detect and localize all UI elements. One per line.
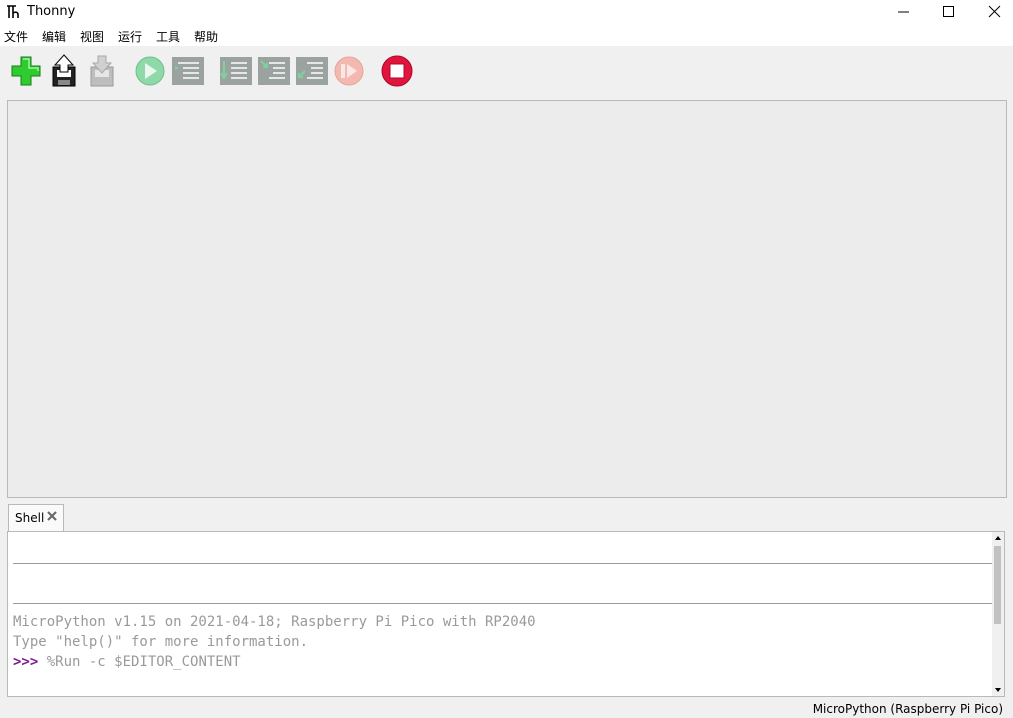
window-title: Thonny [27, 4, 76, 19]
tab-shell[interactable]: Shell [8, 504, 64, 531]
menu-view[interactable]: 视图 [80, 28, 104, 45]
shell-command: %Run -c $EDITOR_CONTENT [46, 654, 241, 670]
shell-pane[interactable]: MicroPython v1.15 on 2021-04-18; Raspber… [7, 531, 1005, 697]
stop-button[interactable] [379, 54, 415, 88]
resume-button[interactable] [331, 54, 367, 88]
step-over-icon [220, 57, 252, 85]
step-over-button[interactable] [217, 54, 253, 88]
save-file-icon [90, 55, 114, 87]
run-button[interactable] [132, 54, 168, 88]
menu-file[interactable]: 文件 [4, 28, 28, 45]
close-tab-icon[interactable] [46, 510, 58, 522]
debug-button[interactable] [169, 54, 205, 88]
close-icon [988, 5, 1001, 18]
save-file-button[interactable] [84, 54, 120, 88]
minimize-icon [898, 11, 909, 13]
shell-input-line[interactable]: >>> %Run -c $EDITOR_CONTENT [13, 654, 241, 670]
scroll-down-arrow-icon[interactable] [992, 684, 1004, 696]
resume-icon [334, 56, 364, 86]
scroll-up-arrow-icon[interactable] [992, 532, 1004, 544]
shell-scrollbar[interactable] [992, 532, 1004, 696]
stop-icon [381, 55, 413, 87]
toolbar [0, 46, 1013, 96]
thonny-app-icon [7, 5, 19, 18]
shell-output-line: Type "help()" for more information. [13, 634, 309, 650]
shell-output-line: MicroPython v1.15 on 2021-04-18; Raspber… [13, 614, 536, 630]
interpreter-status[interactable]: MicroPython (Raspberry Pi Pico) [813, 702, 1003, 716]
close-button[interactable] [971, 0, 1013, 26]
menu-run[interactable]: 运行 [118, 28, 142, 45]
shell-prompt: >>> [13, 654, 39, 670]
scroll-thumb[interactable] [994, 546, 1001, 624]
menu-bar: 文件 编辑 视图 运行 工具 帮助 [0, 26, 1013, 46]
menu-edit[interactable]: 编辑 [42, 28, 66, 45]
new-file-button[interactable] [8, 54, 44, 88]
maximize-button[interactable] [926, 0, 972, 26]
run-icon [135, 56, 165, 86]
shell-separator [13, 563, 993, 564]
maximize-icon [943, 6, 954, 17]
title-bar: Thonny [0, 0, 1013, 26]
step-out-icon [296, 57, 328, 85]
menu-help[interactable]: 帮助 [194, 28, 218, 45]
step-into-icon [258, 57, 290, 85]
debug-icon [172, 57, 204, 85]
shell-tab-label: Shell [15, 511, 45, 525]
new-file-icon [11, 56, 41, 86]
load-file-button[interactable] [46, 54, 82, 88]
editor-area[interactable] [7, 100, 1007, 498]
menu-tools[interactable]: 工具 [156, 28, 180, 45]
shell-separator [13, 603, 993, 604]
step-out-button[interactable] [293, 54, 329, 88]
step-into-button[interactable] [255, 54, 291, 88]
minimize-button[interactable] [880, 0, 926, 26]
load-file-icon [52, 54, 76, 87]
